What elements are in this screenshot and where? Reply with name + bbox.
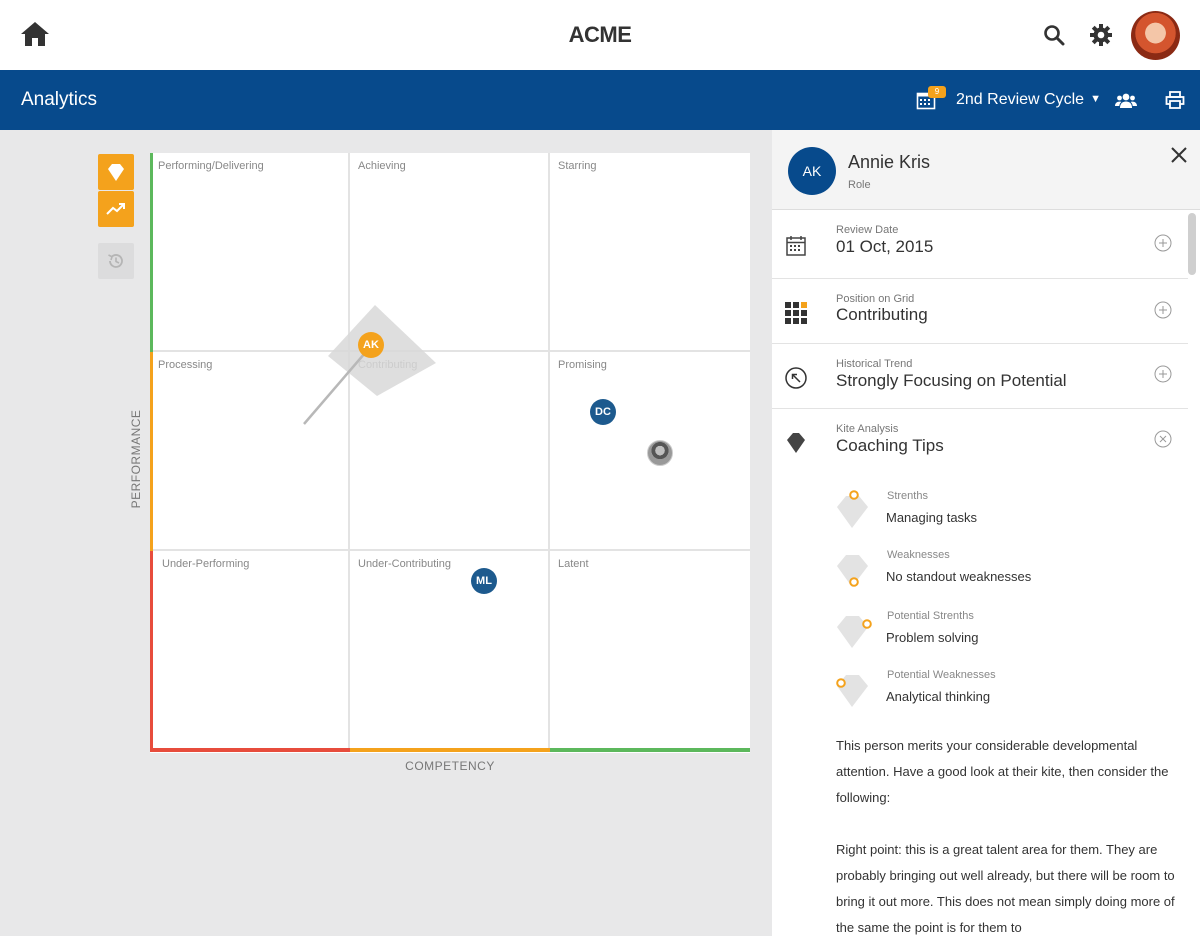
position-label: Position on Grid — [836, 293, 915, 305]
tip-value: Managing tasks — [886, 510, 978, 525]
review-cycle-dropdown[interactable]: 2nd Review Cycle ▼ — [956, 91, 1101, 109]
tip-potential-strengths: Potential Strenths Problem solving — [832, 610, 1172, 658]
panel-header: AK Annie Kris Role — [772, 130, 1200, 210]
tip-value: No standout weaknesses — [886, 569, 1032, 584]
review-date-value: 01 Oct, 2015 — [836, 237, 934, 256]
cell-label: Processing — [158, 359, 213, 371]
grid-cell-contributing[interactable]: Contributing — [350, 352, 550, 551]
y-axis-label: PERFORMANCE — [129, 409, 143, 509]
cell-label: Starring — [558, 160, 597, 172]
calendar-icon — [784, 234, 808, 258]
trend-arrow-icon — [784, 366, 808, 390]
grid-cell-under-performing[interactable]: Under-Performing — [150, 551, 350, 750]
users-icon[interactable] — [1115, 91, 1137, 111]
collapse-x-icon[interactable] — [1154, 430, 1172, 448]
grid-cell-processing[interactable]: Processing — [150, 352, 350, 551]
kite-analysis-label: Kite Analysis — [836, 423, 899, 435]
tip-value: Analytical thinking — [886, 689, 991, 704]
expand-plus-icon[interactable] — [1154, 301, 1172, 319]
close-icon[interactable] — [1168, 144, 1190, 166]
cell-label: Performing/Delivering — [158, 160, 264, 172]
history-button[interactable] — [98, 243, 134, 279]
cell-label: Under-Contributing — [358, 558, 451, 570]
coaching-paragraph-2: Right point: this is a great talent area… — [836, 842, 1175, 935]
grid-cell-achieving[interactable]: Achieving — [350, 153, 550, 352]
tip-weaknesses: Weaknesses No standout weaknesses — [832, 549, 1172, 597]
employee-role: Role — [848, 179, 871, 191]
grid-cell-performing-delivering[interactable]: Performing/Delivering — [150, 153, 350, 352]
employee-marker-photo[interactable] — [647, 440, 673, 466]
cell-label: Contributing — [358, 359, 418, 371]
review-date-label: Review Date — [836, 224, 899, 236]
expand-plus-icon[interactable] — [1154, 365, 1172, 383]
caret-down-icon: ▼ — [1090, 93, 1101, 105]
trend-value: Strongly Focusing on Potential — [836, 371, 1067, 390]
page-title: Analytics — [21, 89, 98, 110]
top-bar: ACME — [0, 0, 1200, 70]
kite-view-button[interactable] — [98, 154, 134, 190]
tip-strengths: Strenths Managing tasks — [832, 490, 1172, 538]
y-axis-mid-bar — [150, 352, 153, 551]
x-axis-mid-bar — [350, 748, 550, 752]
kite-icon — [784, 430, 808, 454]
grid-cell-latent[interactable]: Latent — [550, 551, 750, 750]
grid-cell-under-contributing[interactable]: Under-Contributing — [350, 551, 550, 750]
user-avatar[interactable] — [1131, 11, 1180, 60]
grid-cell-starring[interactable]: Starring — [550, 153, 750, 352]
gear-icon[interactable] — [1089, 23, 1113, 47]
app-brand: ACME — [568, 22, 632, 47]
employee-name: Annie Kris — [848, 152, 931, 172]
trend-icon — [106, 203, 125, 215]
coaching-paragraph-1: This person merits your considerable dev… — [836, 738, 1169, 805]
tip-potential-weaknesses: Potential Weaknesses Analytical thinking — [832, 669, 1172, 717]
y-axis-high-bar — [150, 153, 153, 352]
panel-scrollbar[interactable] — [1188, 213, 1196, 275]
tip-label: Weaknesses — [887, 549, 950, 561]
tip-label: Strenths — [887, 490, 928, 502]
historical-trend-row[interactable]: Historical Trend Strongly Focusing on Po… — [772, 344, 1188, 409]
x-axis-low-bar — [150, 748, 350, 752]
position-on-grid-row[interactable]: Position on Grid Contributing — [772, 279, 1188, 344]
grid-icon — [784, 301, 808, 325]
kite-potential-strength-icon — [837, 616, 872, 648]
history-icon — [108, 254, 123, 268]
cell-label: Achieving — [358, 160, 406, 172]
talent-grid: Performing/Delivering Achieving Starring… — [150, 153, 750, 753]
kite-analysis-row[interactable]: Kite Analysis Coaching Tips — [772, 409, 1188, 479]
review-cycle-label: 2nd Review Cycle — [956, 91, 1085, 108]
kite-weakness-icon — [837, 555, 868, 587]
employee-marker-ml[interactable]: ML — [471, 568, 497, 594]
kite-analysis-value: Coaching Tips — [836, 436, 944, 455]
employee-detail-panel: AK Annie Kris Role Review Date 01 Oct, 2… — [772, 130, 1200, 936]
search-icon[interactable] — [1043, 24, 1065, 46]
calendar-badge: 9 — [928, 86, 946, 98]
tip-label: Potential Strenths — [887, 610, 974, 622]
printer-icon[interactable] — [1165, 90, 1185, 110]
tip-value: Problem solving — [886, 630, 979, 645]
employee-avatar: AK — [788, 147, 836, 195]
trend-view-button[interactable] — [98, 191, 134, 227]
trend-label: Historical Trend — [836, 358, 913, 370]
kite-strength-icon — [837, 490, 868, 528]
employee-marker-ak[interactable]: AK — [358, 332, 384, 358]
tip-label: Potential Weaknesses — [887, 669, 996, 681]
position-value: Contributing — [836, 305, 928, 324]
cell-label: Under-Performing — [162, 558, 250, 570]
kite-icon — [108, 164, 124, 181]
x-axis-high-bar — [550, 748, 750, 752]
expand-plus-icon[interactable] — [1154, 234, 1172, 252]
cell-label: Latent — [558, 558, 589, 570]
kite-potential-weakness-icon — [836, 675, 868, 707]
cell-label: Promising — [558, 359, 607, 371]
x-axis-label: COMPETENCY — [405, 759, 495, 773]
review-date-row[interactable]: Review Date 01 Oct, 2015 — [772, 210, 1188, 279]
y-axis-low-bar — [150, 551, 153, 752]
employee-marker-dc[interactable]: DC — [590, 399, 616, 425]
